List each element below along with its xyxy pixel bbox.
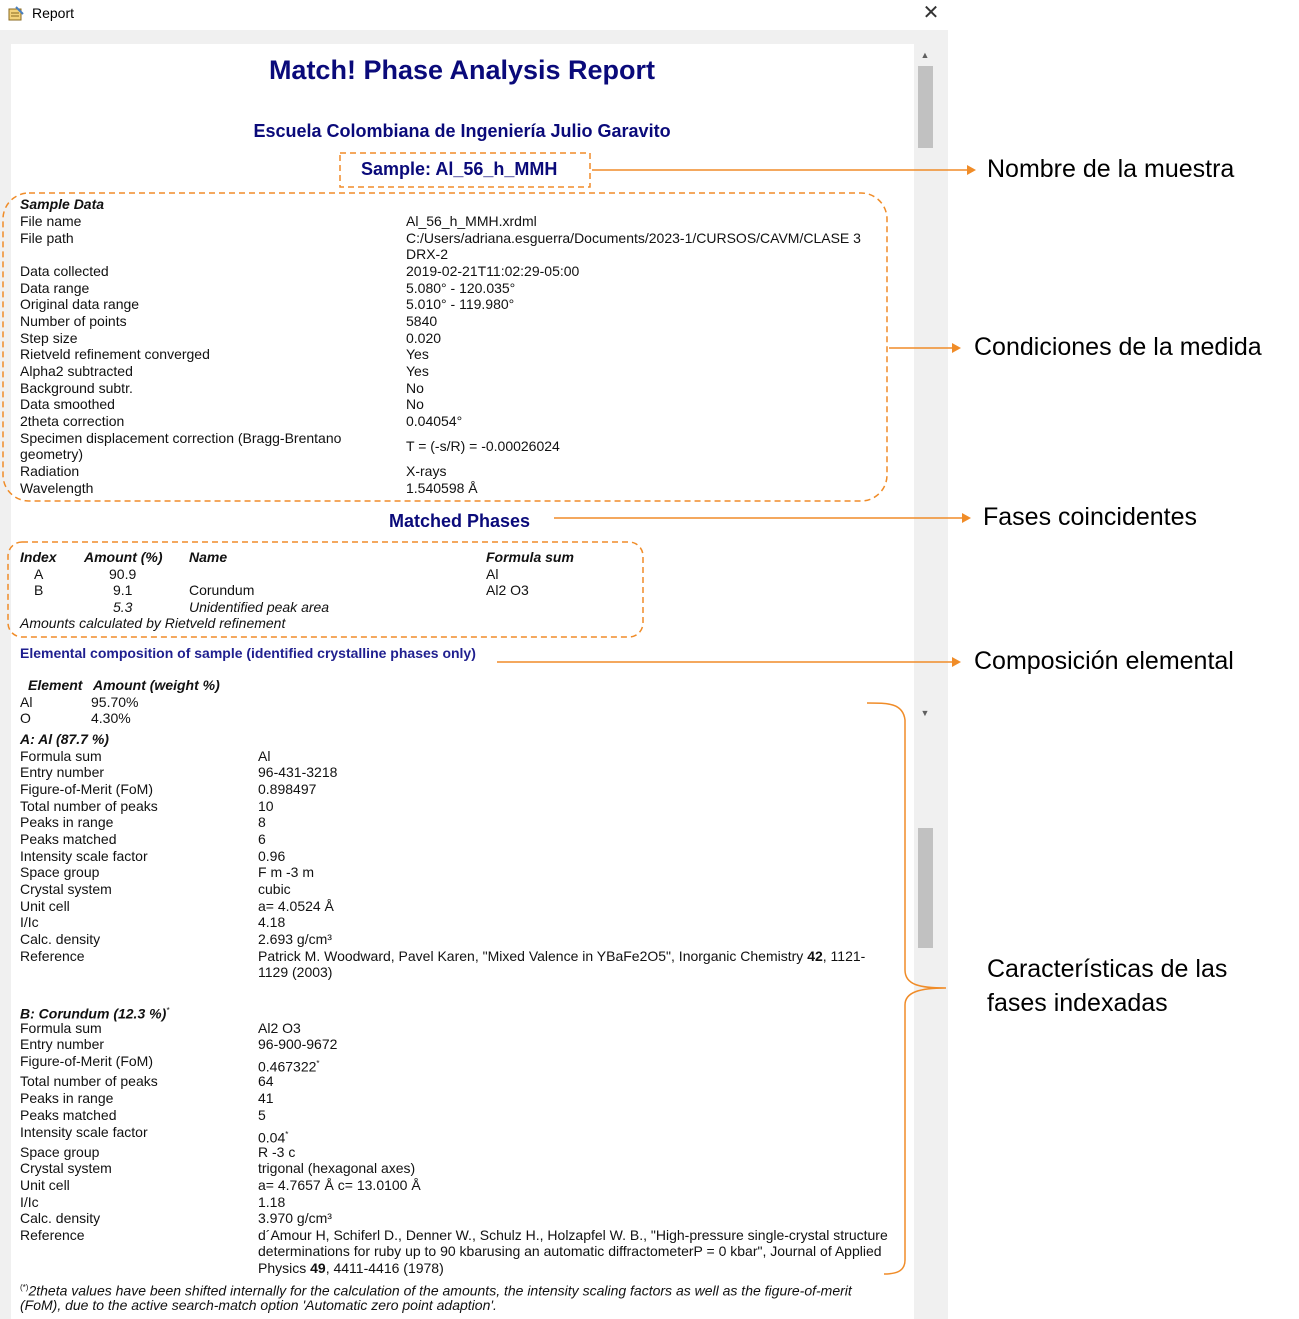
annotation-features-cont: fases indexadas xyxy=(987,989,1168,1017)
arrow-head xyxy=(952,657,961,667)
arrow-head xyxy=(967,165,976,175)
sample-data-box xyxy=(2,192,888,502)
annotation-sample-name: Nombre de la muestra xyxy=(987,155,1235,183)
arrow-head xyxy=(952,343,961,353)
phase-features-bracket xyxy=(866,702,947,1275)
matched-phases-box xyxy=(7,541,644,638)
annotation-phases: Fases coincidentes xyxy=(983,503,1198,531)
annotation-conditions: Condiciones de la medida xyxy=(974,333,1262,361)
annotation-elemental: Composición elemental xyxy=(974,647,1234,675)
annotation-features: Características de las xyxy=(987,955,1228,983)
arrow-head xyxy=(962,513,971,523)
sample-name-box xyxy=(339,152,591,188)
